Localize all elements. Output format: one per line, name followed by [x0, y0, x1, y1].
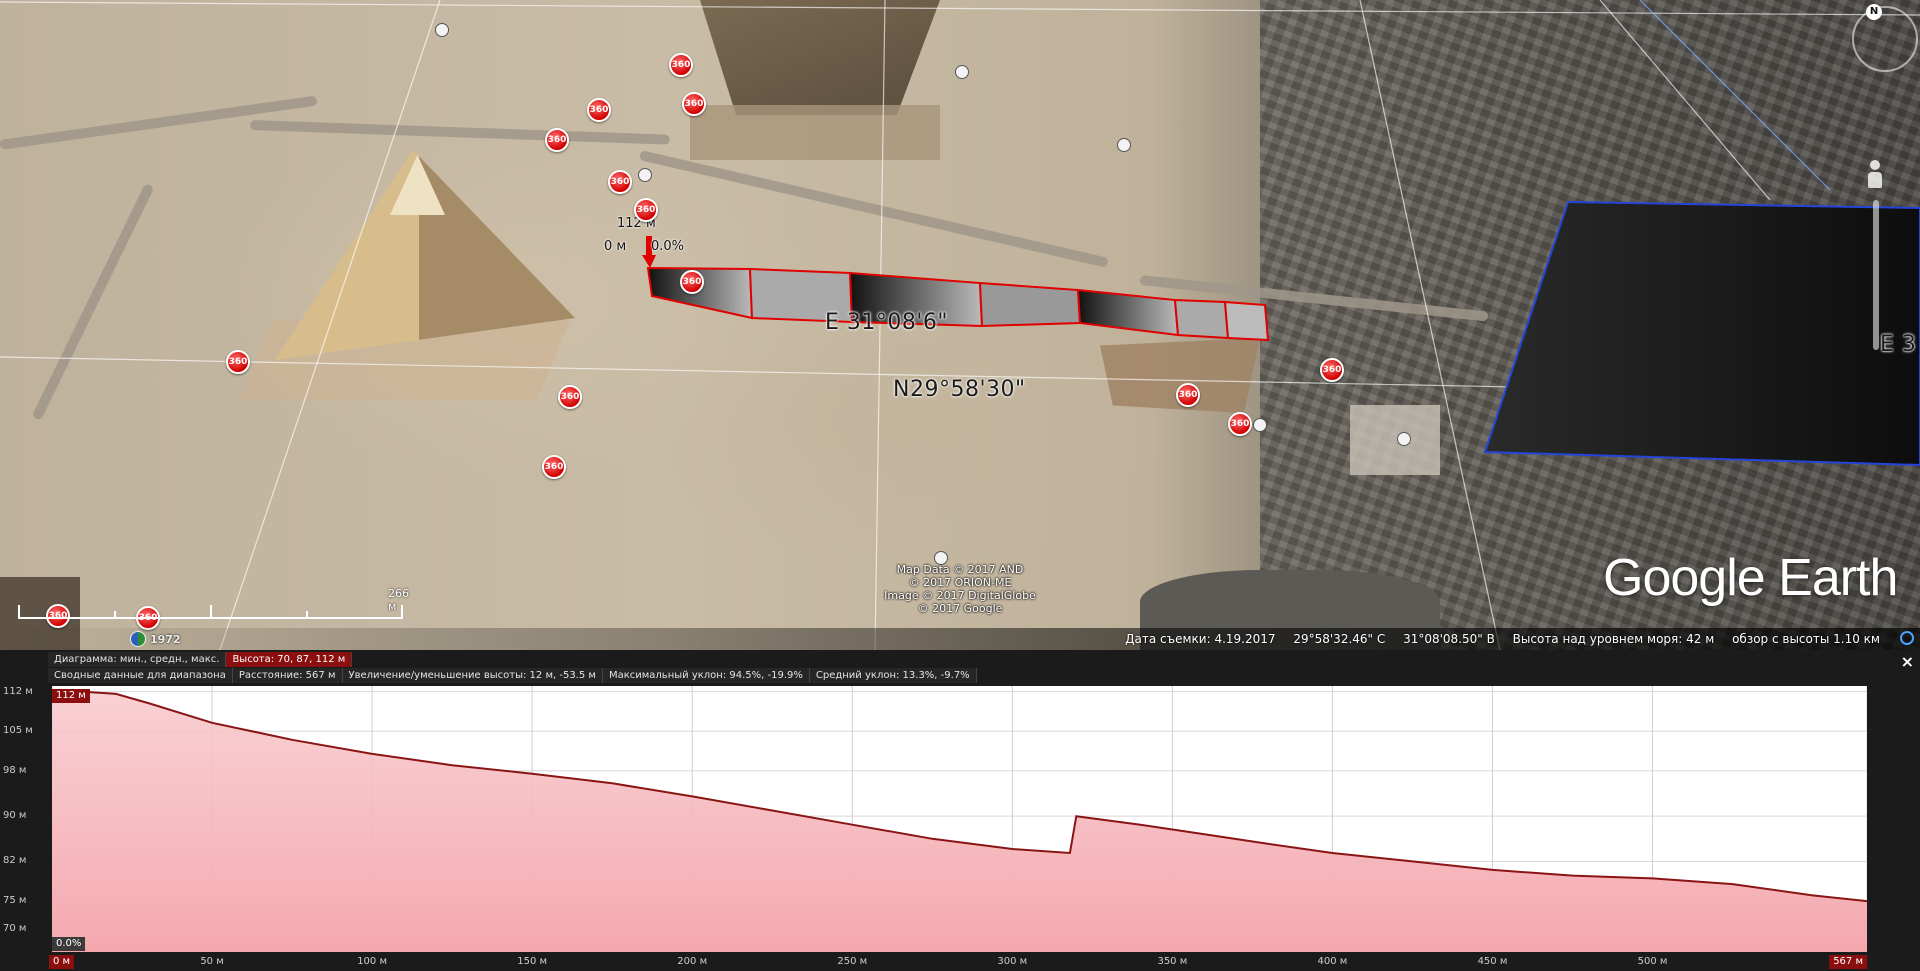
range-avg-slope: Средний уклон: 13.3%, -9.7%	[809, 668, 977, 683]
grid-line	[219, 0, 441, 650]
x-tick-label: 150 м	[517, 956, 548, 967]
scale-tick	[114, 611, 116, 619]
profile-wall	[646, 266, 1270, 342]
y-tick-label: 90 м	[3, 810, 27, 822]
copyright-line: © 2017 ORION-ME	[908, 576, 1012, 589]
range-distance: Расстояние: 567 м	[232, 668, 343, 683]
grid-line	[1359, 0, 1501, 650]
status-longitude: 31°08'08.50" В	[1403, 632, 1495, 646]
navigation-compass[interactable]	[1852, 6, 1918, 72]
x-tick-label: 400 м	[1317, 956, 1348, 967]
x-tick-label: 500 м	[1637, 956, 1668, 967]
scale-tick	[18, 605, 20, 619]
copyright-line: Map Data © 2017 AND	[896, 563, 1024, 576]
photosphere-pin[interactable]: 360	[226, 350, 250, 374]
photosphere-pin[interactable]: 360	[545, 128, 569, 152]
poi-icon[interactable]	[638, 168, 652, 182]
compass-north-icon[interactable]: N	[1866, 4, 1882, 20]
photosphere-pin[interactable]: 360	[680, 270, 704, 294]
grid-line	[1599, 0, 1771, 201]
photosphere-pin[interactable]: 360	[558, 385, 582, 409]
zoom-slider[interactable]	[1873, 200, 1879, 350]
x-tick-label: 50 м	[200, 956, 224, 967]
x-tick-label: 100 м	[357, 956, 387, 967]
scale-bar: 266 м	[18, 587, 409, 625]
google-earth-logo: Google Earth	[1603, 548, 1898, 608]
y-tick-label: 112 м	[3, 685, 33, 697]
coord-label-north: N29°58'30"	[893, 377, 1026, 402]
slope-tag: 0.0%	[52, 937, 86, 951]
status-imagery-date: Дата съемки: 4.19.2017	[1125, 632, 1276, 646]
chart-mode-label[interactable]: Диаграмма: мин., средн., макс.	[48, 652, 227, 667]
logo-google-text: Google	[1603, 549, 1766, 607]
x-tick-label: 567 м	[1829, 955, 1867, 969]
street-view-pegman-icon[interactable]	[1866, 160, 1884, 190]
photosphere-pin[interactable]: 360	[634, 198, 658, 222]
elevation-area	[52, 691, 1867, 952]
x-tick-label: 300 м	[997, 956, 1028, 967]
x-tick-label: 250 м	[837, 956, 868, 967]
range-max-slope: Максимальный уклон: 94.5%, -19.9%	[602, 668, 810, 683]
scale-tick	[306, 611, 308, 619]
photosphere-pin[interactable]: 360	[542, 455, 566, 479]
poi-icon[interactable]	[955, 65, 969, 79]
map-view[interactable]: E 31°08'6" N29°58'30" E 3 112 м 0 м 0.0%…	[0, 0, 1920, 650]
photosphere-pin[interactable]: 360	[587, 98, 611, 122]
photosphere-pin[interactable]: 360	[1320, 358, 1344, 382]
wall-segment	[978, 281, 1082, 328]
elevation-chart[interactable]	[52, 686, 1867, 952]
photosphere-pin[interactable]: 360	[608, 170, 632, 194]
wall-segment	[1173, 298, 1230, 340]
copyright-line: Image © 2017 DigitalGlobe	[884, 589, 1036, 602]
status-eye-altitude: обзор с высоты 1.10 км	[1732, 632, 1880, 646]
scale-tick	[210, 605, 212, 619]
copyright-notice: Map Data © 2017 AND © 2017 ORION-ME Imag…	[875, 563, 1045, 615]
close-profile-button[interactable]: ×	[1901, 652, 1914, 671]
photosphere-pin[interactable]: 360	[1176, 383, 1200, 407]
poi-icon[interactable]	[1117, 138, 1131, 152]
photosphere-pin[interactable]: 360	[682, 92, 706, 116]
scale-label: 266 м	[388, 587, 409, 613]
elevation-summary[interactable]: Высота: 70, 87, 112 м	[226, 652, 353, 667]
x-tick-label: 350 м	[1157, 956, 1188, 967]
y-tick-label: 70 м	[3, 923, 27, 935]
coord-label-east-edge: E 3	[1880, 332, 1917, 357]
profile-info-row-1: Диаграмма: мин., средн., макс. Высота: 7…	[48, 652, 353, 667]
poi-icon[interactable]	[1253, 418, 1267, 432]
elevation-chart-area[interactable]	[52, 686, 1867, 952]
status-bar: Дата съемки: 4.19.2017 29°58'32.46" С 31…	[0, 628, 1920, 650]
photosphere-pin[interactable]: 360	[1228, 412, 1252, 436]
marker-slope-label: 0.0%	[651, 239, 685, 254]
logo-earth-text: Earth	[1778, 549, 1898, 607]
poi-icon[interactable]	[1397, 432, 1411, 446]
grid-line	[1639, 0, 1831, 191]
x-start-tag: 0 м	[49, 955, 75, 969]
poi-icon[interactable]	[435, 23, 449, 37]
status-latitude: 29°58'32.46" С	[1293, 632, 1386, 646]
max-height-tag: 112 м	[52, 689, 90, 703]
grid-line	[0, 1, 1920, 16]
y-tick-label: 105 м	[3, 725, 33, 737]
x-tick-label: 450 м	[1477, 956, 1508, 967]
range-elevation-gain: Увеличение/уменьшение высоты: 12 м, -53.…	[342, 668, 603, 683]
status-text: Дата съемки: 4.19.2017 29°58'32.46" С 31…	[1111, 632, 1880, 646]
status-elevation: Высота над уровнем моря: 42 м	[1512, 632, 1715, 646]
x-tick-label: 200 м	[677, 956, 708, 967]
profile-info-row-2: Сводные данные для диапазона Расстояние:…	[48, 668, 977, 683]
profile-wall-large	[1483, 200, 1920, 467]
y-tick-label: 82 м	[3, 855, 27, 867]
streaming-globe-icon	[1900, 631, 1914, 645]
wall-segment	[1223, 300, 1270, 342]
marker-distance-label: 0 м	[604, 239, 627, 254]
y-tick-label: 75 м	[3, 895, 27, 907]
copyright-line: © 2017 Google	[917, 602, 1003, 615]
range-summary-label: Сводные данные для диапазона	[48, 668, 233, 683]
y-tick-label: 98 м	[3, 764, 27, 776]
wall-segment	[1076, 288, 1180, 337]
photosphere-pin[interactable]: 360	[669, 53, 693, 77]
coord-label-east: E 31°08'6"	[825, 310, 949, 335]
